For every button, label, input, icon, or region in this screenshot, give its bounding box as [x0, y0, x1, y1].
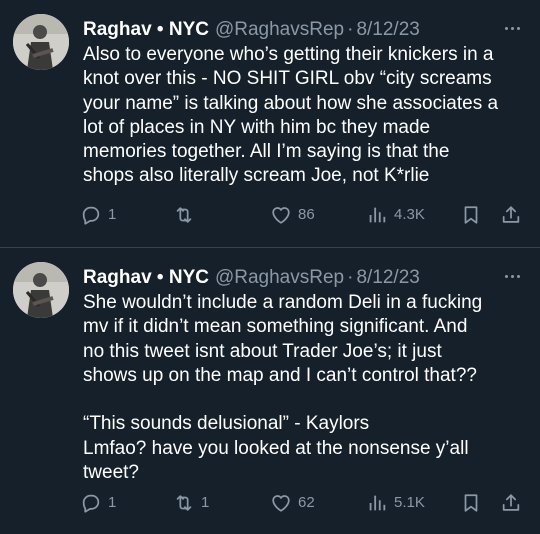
like-count: 62	[298, 494, 315, 511]
repost-button[interactable]: 1	[173, 491, 209, 515]
view-count: 4.3K	[394, 206, 425, 223]
heart-icon	[272, 207, 290, 224]
tweet-actions: 1 86 4.3K	[78, 203, 528, 227]
display-name[interactable]: Raghav • NYC	[83, 266, 209, 290]
share-icon	[502, 206, 520, 223]
share-button[interactable]	[500, 203, 522, 227]
views-button[interactable]: 5.1K	[366, 491, 425, 515]
reply-button[interactable]: 1	[80, 203, 116, 227]
tweet-text: She wouldn’t include a random Deli in a …	[83, 292, 483, 484]
bookmark-icon	[464, 206, 478, 224]
like-button[interactable]: 62	[270, 491, 315, 515]
avatar[interactable]	[13, 262, 69, 318]
bookmark-button[interactable]	[460, 203, 482, 227]
share-button[interactable]	[500, 491, 522, 515]
more-options-icon[interactable]	[502, 266, 522, 286]
reply-icon	[82, 206, 100, 225]
repost-count: 1	[201, 494, 210, 511]
like-count: 86	[298, 206, 315, 223]
repost-button[interactable]	[173, 203, 201, 227]
reply-button[interactable]: 1	[80, 491, 116, 515]
separator: ·	[347, 267, 354, 288]
tweet-header: Raghav • NYC @RaghavsRep · 8/12/23	[83, 18, 420, 42]
reply-icon	[82, 494, 100, 513]
tweet-actions: 1 1 62 5.1K	[78, 491, 528, 515]
tweet-date[interactable]: 8/12/23	[356, 266, 419, 290]
user-handle[interactable]: @RaghavsRep	[215, 266, 344, 290]
more-options-icon[interactable]	[502, 18, 522, 38]
share-icon	[502, 494, 520, 511]
tweet-header: Raghav • NYC @RaghavsRep · 8/12/23	[83, 266, 420, 290]
views-icon	[369, 495, 386, 511]
reply-count: 1	[108, 494, 117, 511]
tweet[interactable]: Raghav • NYC @RaghavsRep · 8/12/23 She w…	[0, 248, 540, 534]
separator: ·	[347, 19, 354, 40]
avatar[interactable]	[13, 14, 69, 70]
heart-icon	[272, 495, 290, 512]
like-button[interactable]: 86	[270, 203, 315, 227]
view-count: 5.1K	[394, 494, 425, 511]
user-handle[interactable]: @RaghavsRep	[215, 18, 344, 42]
tweet-text: Also to everyone who’s getting their kni…	[83, 44, 499, 187]
bookmark-icon	[464, 494, 478, 512]
repost-icon	[176, 495, 192, 511]
views-icon	[369, 207, 386, 223]
tweet[interactable]: Raghav • NYC @RaghavsRep · 8/12/23 Also …	[0, 0, 540, 247]
reply-count: 1	[108, 206, 117, 223]
display-name[interactable]: Raghav • NYC	[83, 18, 209, 42]
bookmark-button[interactable]	[460, 491, 482, 515]
views-button[interactable]: 4.3K	[366, 203, 425, 227]
tweet-date[interactable]: 8/12/23	[356, 18, 419, 42]
repost-icon	[176, 207, 192, 223]
